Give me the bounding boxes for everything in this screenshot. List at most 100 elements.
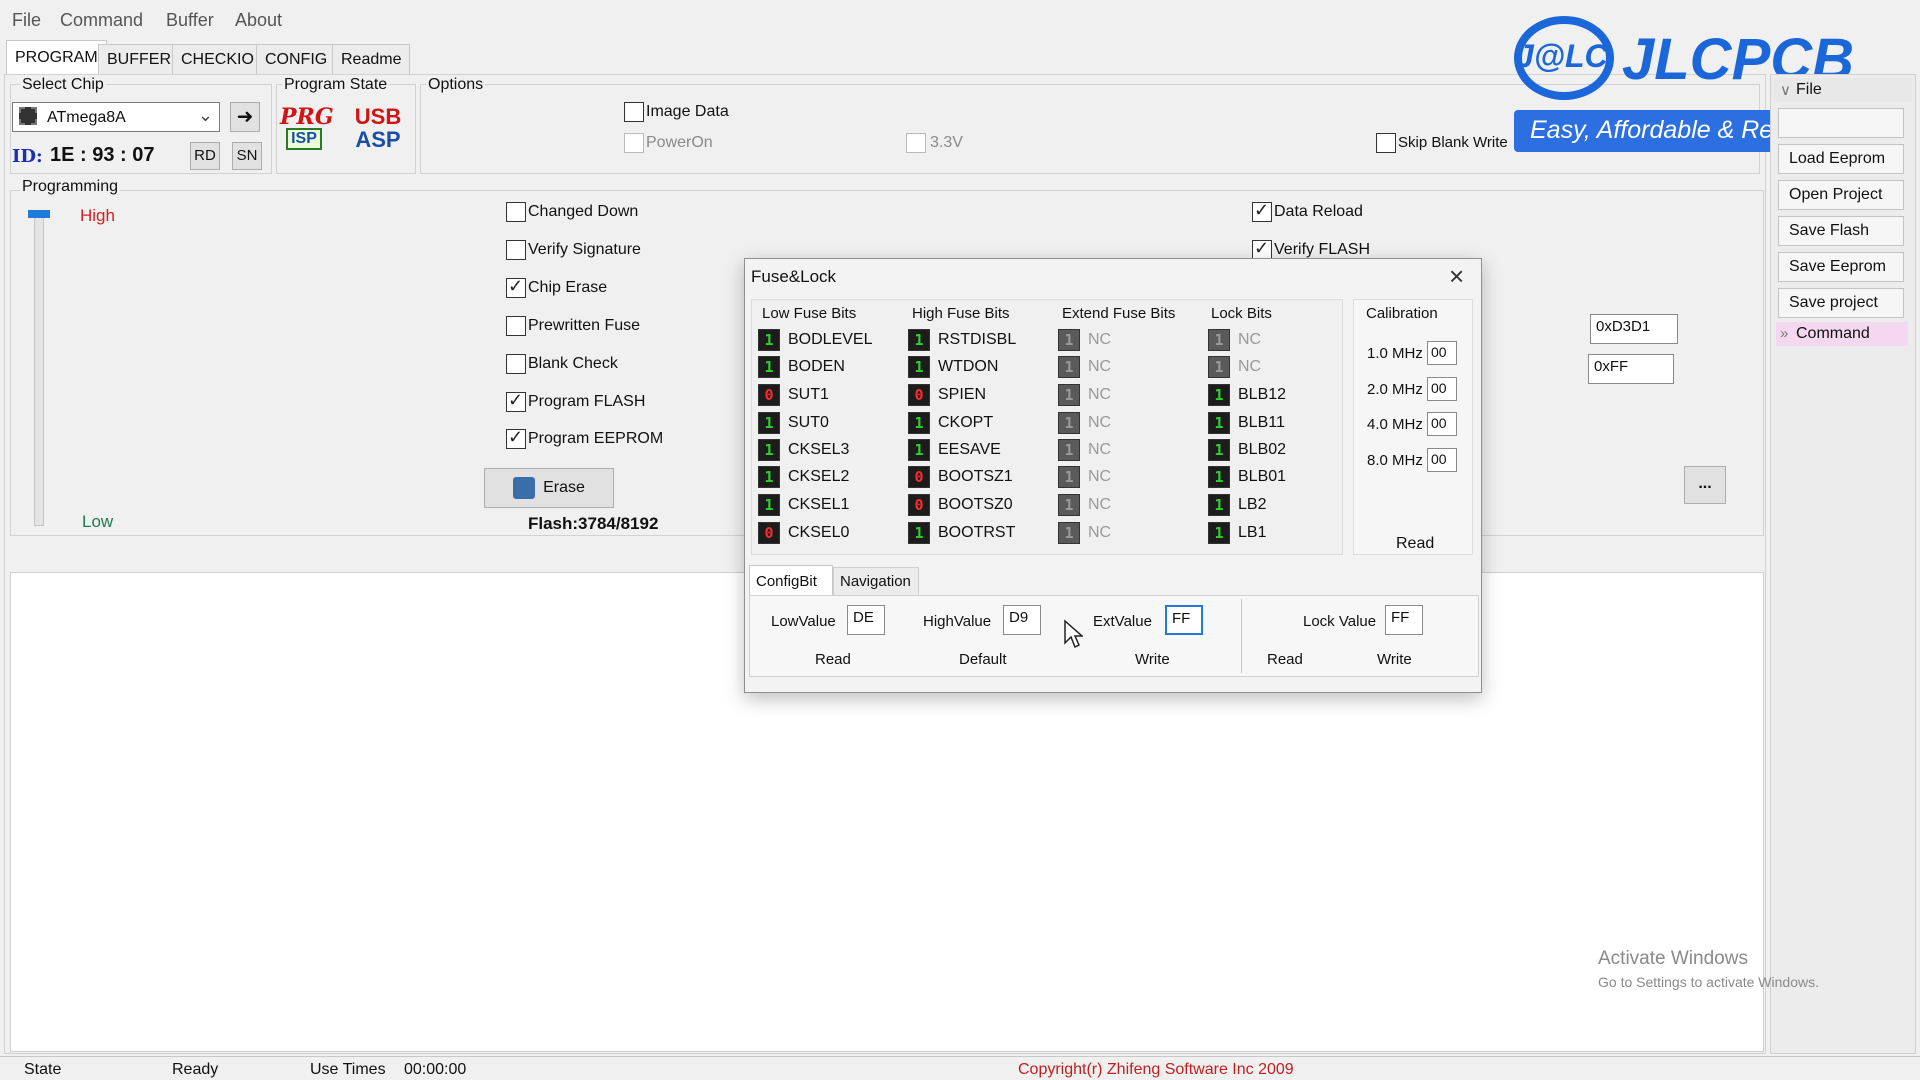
- ext-fuse-title: Extend Fuse Bits: [1062, 305, 1176, 322]
- isp-label: ISP: [286, 128, 322, 150]
- poweron-checkbox[interactable]: [624, 133, 644, 153]
- lock-bit-bit-toggle[interactable]: 1: [1208, 384, 1230, 406]
- tab-checkio[interactable]: CHECKIO: [172, 44, 263, 74]
- image-data-checkbox[interactable]: [624, 102, 644, 122]
- lock-read-button[interactable]: Read: [1267, 651, 1303, 668]
- lock-bit-bit-toggle[interactable]: 1: [1208, 356, 1230, 378]
- hex-value-1[interactable]: 0xD3D1: [1590, 314, 1678, 344]
- prg-isp-icon[interactable]: PRG ISP: [280, 106, 334, 156]
- menu-about[interactable]: About: [235, 10, 282, 31]
- lock-bit-bit-toggle[interactable]: 1: [1208, 522, 1230, 544]
- skip-blank-checkbox[interactable]: [1376, 133, 1396, 153]
- fuse-read-button[interactable]: Read: [815, 651, 851, 668]
- close-icon[interactable]: ×: [1449, 261, 1464, 292]
- ext-fuse-bit-toggle[interactable]: 1: [1058, 412, 1080, 434]
- lock-write-button[interactable]: Write: [1377, 651, 1412, 668]
- tab-navigation[interactable]: Navigation: [833, 567, 919, 595]
- fuse-write-button[interactable]: Write: [1135, 651, 1170, 668]
- lock-bit-bit-toggle[interactable]: 1: [1208, 494, 1230, 516]
- high-fuse-bit-toggle[interactable]: 0: [908, 384, 930, 406]
- save-project-button[interactable]: Save project: [1778, 288, 1904, 318]
- ext-fuse-bit-toggle[interactable]: 1: [1058, 384, 1080, 406]
- ext-fuse-bit-toggle[interactable]: 1: [1058, 439, 1080, 461]
- open-project-button[interactable]: Open Project: [1778, 180, 1904, 210]
- cal-value-3[interactable]: 00: [1427, 412, 1457, 436]
- sidebar-file-label: File: [1796, 81, 1822, 98]
- cal-value-4[interactable]: 00: [1427, 448, 1457, 472]
- tab-configbit[interactable]: ConfigBit: [749, 565, 833, 595]
- changed-down-checkbox[interactable]: [506, 202, 526, 222]
- go-arrow-button[interactable]: ➜: [230, 102, 260, 132]
- sn-button[interactable]: SN: [232, 142, 262, 170]
- high-fuse-bit-toggle[interactable]: 1: [908, 412, 930, 434]
- tab-config[interactable]: CONFIG: [256, 44, 337, 74]
- high-value-input[interactable]: D9: [1003, 605, 1041, 635]
- lock-value-input[interactable]: FF: [1385, 605, 1423, 635]
- erase-button[interactable]: Erase: [484, 468, 614, 508]
- high-fuse-bit-toggle[interactable]: 1: [908, 329, 930, 351]
- activate-windows-sub: Go to Settings to activate Windows.: [1598, 974, 1819, 990]
- save-eeprom-button[interactable]: Save Eeprom: [1778, 252, 1904, 282]
- load-eeprom-button[interactable]: Load Eeprom: [1778, 144, 1904, 174]
- blank-check-checkbox[interactable]: [506, 354, 526, 374]
- sidebar-file-header[interactable]: ∨ File: [1774, 78, 1912, 102]
- prewritten-fuse-checkbox[interactable]: [506, 316, 526, 336]
- cal-freq-3: 4.0 MHz: [1367, 416, 1423, 433]
- low-fuse-bit-toggle[interactable]: 1: [758, 329, 780, 351]
- low-fuse-bit-toggle[interactable]: 1: [758, 439, 780, 461]
- fuse-default-button[interactable]: Default: [959, 651, 1007, 668]
- cal-value-2[interactable]: 00: [1427, 377, 1457, 401]
- high-fuse-bit-toggle[interactable]: 0: [908, 494, 930, 516]
- rd-button[interactable]: RD: [190, 142, 220, 170]
- hex-value-2[interactable]: 0xFF: [1588, 354, 1674, 384]
- more-button[interactable]: ...: [1684, 466, 1726, 504]
- low-fuse-bit-toggle[interactable]: 1: [758, 356, 780, 378]
- menu-command[interactable]: Command: [60, 10, 143, 31]
- ext-fuse-bit-toggle[interactable]: 1: [1058, 466, 1080, 488]
- low-fuse-bit-toggle[interactable]: 1: [758, 412, 780, 434]
- low-fuse-bit-toggle[interactable]: 1: [758, 494, 780, 516]
- sidebar-command-label: Command: [1796, 325, 1870, 342]
- lock-bit-bit-toggle[interactable]: 1: [1208, 329, 1230, 351]
- sidebar-command-header[interactable]: » Command: [1776, 322, 1908, 346]
- cal-value-1[interactable]: 00: [1427, 341, 1457, 365]
- ext-value-input[interactable]: FF: [1165, 605, 1203, 635]
- lock-bit-bit-label: BLB02: [1238, 441, 1287, 458]
- low-value-input[interactable]: DE: [847, 605, 885, 635]
- high-fuse-bit-toggle[interactable]: 1: [908, 522, 930, 544]
- verify-signature-checkbox[interactable]: [506, 240, 526, 260]
- speed-slider-track[interactable]: [34, 210, 44, 526]
- save-flash-button[interactable]: Save Flash: [1778, 216, 1904, 246]
- tab-readme[interactable]: Readme: [332, 44, 411, 74]
- cal-read-button[interactable]: Read: [1396, 535, 1434, 553]
- high-fuse-bit-toggle[interactable]: 1: [908, 439, 930, 461]
- chip-select[interactable]: ATmega8A ⌄: [12, 102, 220, 132]
- menu-buffer[interactable]: Buffer: [166, 10, 214, 31]
- low-fuse-bit-toggle[interactable]: 0: [758, 384, 780, 406]
- chip-icon: [19, 107, 37, 125]
- tab-buffer[interactable]: BUFFER: [98, 44, 180, 74]
- lock-bit-bit-toggle[interactable]: 1: [1208, 466, 1230, 488]
- chip-erase-checkbox[interactable]: [506, 276, 526, 298]
- verify-flash-checkbox[interactable]: [1252, 238, 1272, 260]
- sidebar-blank-button[interactable]: [1778, 108, 1904, 138]
- tab-program[interactable]: PROGRAM: [6, 40, 107, 74]
- program-flash-checkbox[interactable]: [506, 390, 526, 412]
- ext-fuse-bit-toggle[interactable]: 1: [1058, 494, 1080, 516]
- ext-fuse-bit-toggle[interactable]: 1: [1058, 356, 1080, 378]
- ext-fuse-bit-toggle[interactable]: 1: [1058, 522, 1080, 544]
- low-fuse-bit-toggle[interactable]: 1: [758, 466, 780, 488]
- ext-fuse-bit-toggle[interactable]: 1: [1058, 329, 1080, 351]
- menu-file[interactable]: File: [12, 10, 41, 31]
- lock-bit-bit-toggle[interactable]: 1: [1208, 439, 1230, 461]
- speed-slider-thumb[interactable]: [28, 210, 50, 218]
- v33-checkbox[interactable]: [906, 133, 926, 153]
- high-fuse-bit-toggle[interactable]: 0: [908, 466, 930, 488]
- high-fuse-bit-toggle[interactable]: 1: [908, 356, 930, 378]
- program-eeprom-checkbox[interactable]: [506, 427, 526, 449]
- data-reload-checkbox[interactable]: [1252, 200, 1272, 222]
- usb-asp-icon[interactable]: USB ASP: [352, 106, 404, 156]
- low-fuse-bit-toggle[interactable]: 0: [758, 522, 780, 544]
- ext-fuse-bit-label: NC: [1088, 386, 1112, 403]
- lock-bit-bit-toggle[interactable]: 1: [1208, 412, 1230, 434]
